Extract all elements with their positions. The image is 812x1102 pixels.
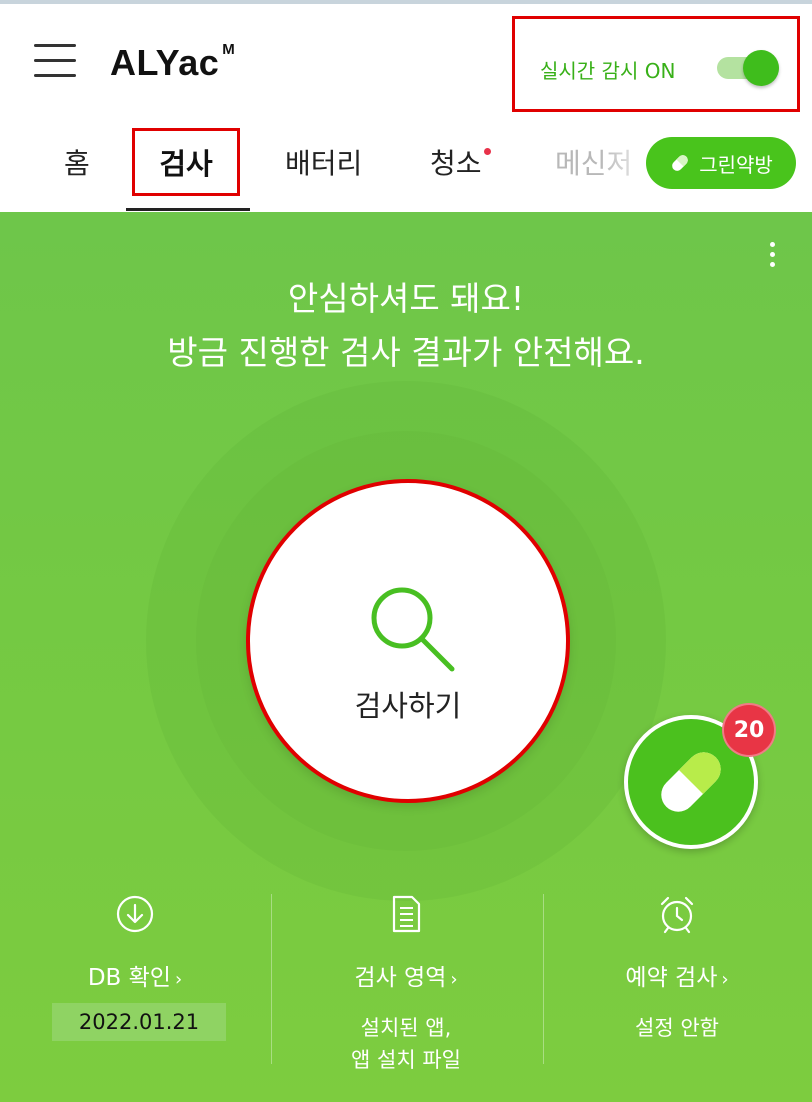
tab-clean[interactable]: 청소	[430, 142, 491, 182]
scan-area-title[interactable]: 검사 영역 ›	[271, 958, 541, 992]
result-subheadline: 방금 진행한 검사 결과가 안전해요.	[167, 333, 645, 372]
db-date: 2022.01.21	[52, 1003, 226, 1041]
tab-battery[interactable]: 배터리	[285, 142, 362, 182]
result-headline: 안심하셔도 돼요!	[287, 279, 525, 318]
new-dot-icon	[483, 148, 491, 155]
db-check-title[interactable]: DB 확인 ›	[0, 958, 270, 992]
tab-clean-label: 청소	[430, 147, 482, 180]
realtime-monitor-panel: 실시간 감시 ON	[512, 16, 800, 112]
document-icon	[392, 895, 421, 933]
alarm-clock-icon	[660, 896, 694, 934]
start-scan-button[interactable]: 검사하기	[246, 479, 570, 803]
app-header: ALYac M 실시간 감시 ON	[0, 4, 812, 120]
toggle-knob	[743, 50, 779, 86]
tab-selected-indicator	[126, 208, 250, 211]
app-logo: ALYac M	[110, 41, 236, 83]
scan-area-value: 설치된 앱, 앱 설치 파일	[351, 1016, 461, 1072]
app-screen: ALYac M 실시간 감시 ON 홈 검사 배터리 청소 메신저 그린약방 안…	[0, 0, 812, 1102]
scan-result-panel: 안심하셔도 돼요! 방금 진행한 검사 결과가 안전해요. 검사하기 20 DB…	[0, 212, 812, 1102]
realtime-monitor-label: 실시간 감시 ON	[540, 59, 676, 83]
scheduled-scan-column[interactable]: 예약 검사 › 설정 안함	[542, 888, 812, 1068]
kebab-menu-icon[interactable]	[762, 242, 782, 272]
search-icon	[371, 587, 455, 672]
tab-home[interactable]: 홈	[64, 142, 90, 182]
scan-area-column[interactable]: 검사 영역 › 설치된 앱, 앱 설치 파일	[271, 888, 541, 1072]
green-pharmacy-button[interactable]: 그린약방	[646, 137, 796, 189]
tab-scan-label: 검사	[159, 147, 213, 181]
scheduled-scan-value: 설정 안함	[635, 1016, 719, 1040]
tab-scan[interactable]: 검사	[132, 128, 240, 196]
menu-icon[interactable]	[34, 42, 76, 80]
scan-info-row: DB 확인 › 2022.01.21 검사 영역 › 설치된 앱, 앱 설치 파일	[0, 888, 812, 1078]
realtime-monitor-toggle[interactable]	[717, 50, 781, 86]
start-scan-label: 검사하기	[354, 689, 462, 723]
scheduled-scan-title[interactable]: 예약 검사 ›	[542, 958, 812, 992]
db-check-column[interactable]: DB 확인 › 2022.01.21	[0, 888, 270, 1068]
pill-icon	[672, 155, 689, 171]
notification-badge: 20	[722, 703, 776, 757]
tab-bar: 홈 검사 배터리 청소 메신저 그린약방	[0, 120, 812, 212]
download-icon	[116, 895, 154, 933]
green-pharmacy-label: 그린약방	[699, 152, 773, 177]
